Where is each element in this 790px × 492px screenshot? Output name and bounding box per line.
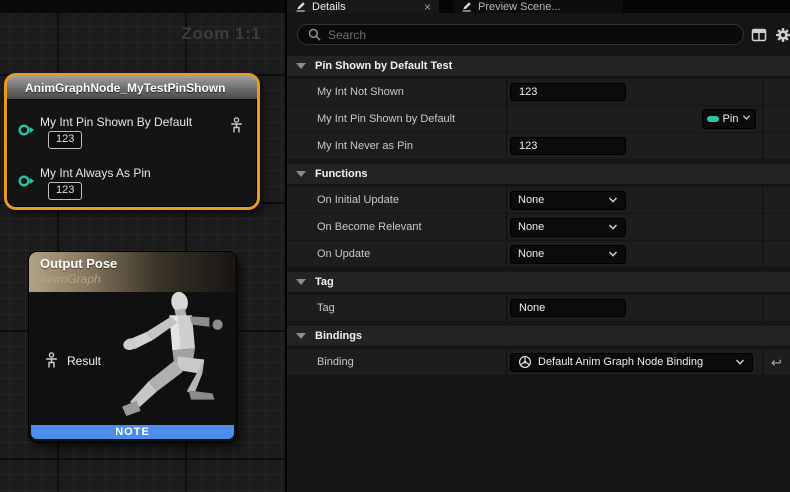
- pin-mode-dropdown[interactable]: Pin: [702, 109, 756, 129]
- tab-details[interactable]: Details ×: [287, 0, 439, 13]
- category-tag[interactable]: Tag: [287, 272, 790, 293]
- binding-icon: [518, 355, 532, 369]
- int-pin-icon[interactable]: [17, 123, 35, 137]
- node-subtitle: AnimGraph: [40, 272, 236, 286]
- pin-value-box[interactable]: 123: [48, 182, 82, 200]
- property-row-on-become-relevant: On Become Relevant None: [287, 214, 790, 241]
- property-label: Tag: [317, 302, 335, 314]
- node-title: AnimGraphNode_MyTestPinShown: [25, 81, 225, 95]
- preview-tab-icon: [461, 1, 472, 12]
- chevron-down-icon: [742, 113, 751, 125]
- node-header[interactable]: AnimGraphNode_MyTestPinShown: [7, 76, 257, 100]
- panel-tab-bar: Details × Preview Scene...: [287, 0, 790, 13]
- result-pin-label: Result: [67, 354, 101, 368]
- int-input[interactable]: [510, 137, 626, 155]
- pose-person-icon[interactable]: [229, 117, 244, 134]
- pin-label: My Int Always As Pin: [40, 166, 151, 180]
- display-filter-icon[interactable]: [750, 26, 767, 43]
- row-extra-column: [762, 133, 790, 159]
- property-label: My Int Pin Shown by Default: [317, 113, 455, 125]
- chevron-down-icon[interactable]: [296, 279, 306, 285]
- category-pin-shown-by-default-test[interactable]: Pin Shown by Default Test: [287, 56, 790, 77]
- binding-dropdown[interactable]: Default Anim Graph Node Binding: [510, 353, 753, 372]
- property-row-my-int-not-shown: My Int Not Shown: [287, 79, 790, 106]
- pin-value-box[interactable]: 123: [48, 131, 82, 149]
- property-row-binding: Binding Default Anim Graph Node Binding: [287, 349, 790, 376]
- chevron-down-icon: [608, 222, 618, 232]
- chevron-down-icon[interactable]: [296, 333, 306, 339]
- int-pin-icon[interactable]: [17, 174, 35, 188]
- node-title: Output Pose: [40, 256, 236, 271]
- pin-pill-icon: [707, 116, 719, 122]
- property-label: My Int Not Shown: [317, 86, 404, 98]
- node-pin-row: My Int Pin Shown By Default 123: [7, 109, 257, 155]
- graph-node-mytestpinshown[interactable]: AnimGraphNode_MyTestPinShown My Int Pin …: [4, 73, 260, 210]
- row-extra-column: [762, 214, 790, 240]
- property-label: My Int Never as Pin: [317, 140, 413, 152]
- property-label: On Become Relevant: [317, 221, 422, 233]
- pin-label: My Int Pin Shown By Default: [40, 115, 192, 129]
- property-row-my-int-never-as-pin: My Int Never as Pin: [287, 133, 790, 160]
- property-label: On Initial Update: [317, 194, 399, 206]
- search-icon: [308, 28, 321, 41]
- node-pin-row: My Int Always As Pin 123: [7, 160, 257, 206]
- chevron-down-icon: [608, 249, 618, 259]
- tag-input[interactable]: [510, 299, 626, 317]
- function-dropdown[interactable]: None: [510, 191, 626, 210]
- tab-label: Details: [312, 1, 418, 13]
- property-rows: Pin Shown by Default Test My Int Not Sho…: [287, 56, 790, 376]
- anim-blueprint-editor: Zoom 1:1 AnimGraphNode_MyTestPinShown My…: [0, 0, 790, 492]
- property-label: On Update: [317, 248, 370, 260]
- property-row-my-int-pin-shown-by-default: My Int Pin Shown by Default Pin: [287, 106, 790, 133]
- function-dropdown[interactable]: None: [510, 218, 626, 237]
- row-extra-column: [762, 79, 790, 105]
- property-row-on-initial-update: On Initial Update None: [287, 187, 790, 214]
- tab-label: Preview Scene...: [478, 1, 615, 13]
- property-label: Binding: [317, 356, 354, 368]
- row-extra-column: [762, 295, 790, 321]
- details-panel: Details × Preview Scene...: [285, 0, 790, 492]
- node-note-bar[interactable]: NOTE: [31, 425, 234, 439]
- details-toolbar: [287, 13, 790, 56]
- row-extra-column: ↩: [762, 349, 790, 375]
- tab-preview-scene[interactable]: Preview Scene...: [453, 0, 623, 13]
- property-row-on-update: On Update None: [287, 241, 790, 268]
- chevron-down-icon[interactable]: [296, 171, 306, 177]
- int-input[interactable]: [510, 83, 626, 101]
- category-bindings[interactable]: Bindings: [287, 326, 790, 347]
- row-extra-column: [762, 241, 790, 267]
- property-row-tag: Tag: [287, 295, 790, 322]
- anim-graph-canvas[interactable]: Zoom 1:1 AnimGraphNode_MyTestPinShown My…: [0, 0, 285, 492]
- graph-node-output-pose[interactable]: Output Pose AnimGraph: [28, 251, 237, 443]
- close-icon[interactable]: ×: [424, 2, 431, 12]
- note-label: NOTE: [115, 426, 150, 438]
- pose-person-icon: [44, 352, 59, 369]
- zoom-level-indicator: Zoom 1:1: [181, 24, 261, 44]
- gear-icon[interactable]: [774, 26, 790, 43]
- details-tab-icon: [295, 1, 306, 12]
- chevron-down-icon[interactable]: [296, 63, 306, 69]
- chevron-down-icon: [608, 195, 618, 205]
- row-extra-column: [762, 106, 790, 132]
- category-functions[interactable]: Functions: [287, 164, 790, 185]
- graph-top-strip: [0, 0, 285, 13]
- search-input[interactable]: [328, 28, 733, 42]
- node-header[interactable]: Output Pose AnimGraph: [29, 252, 236, 292]
- search-box[interactable]: [297, 24, 744, 45]
- row-extra-column: [762, 187, 790, 213]
- chevron-down-icon: [735, 357, 745, 367]
- mannequin-figure: [118, 290, 233, 425]
- function-dropdown[interactable]: None: [510, 245, 626, 264]
- reset-to-default-icon[interactable]: ↩: [771, 356, 782, 369]
- result-pin[interactable]: Result: [44, 352, 101, 369]
